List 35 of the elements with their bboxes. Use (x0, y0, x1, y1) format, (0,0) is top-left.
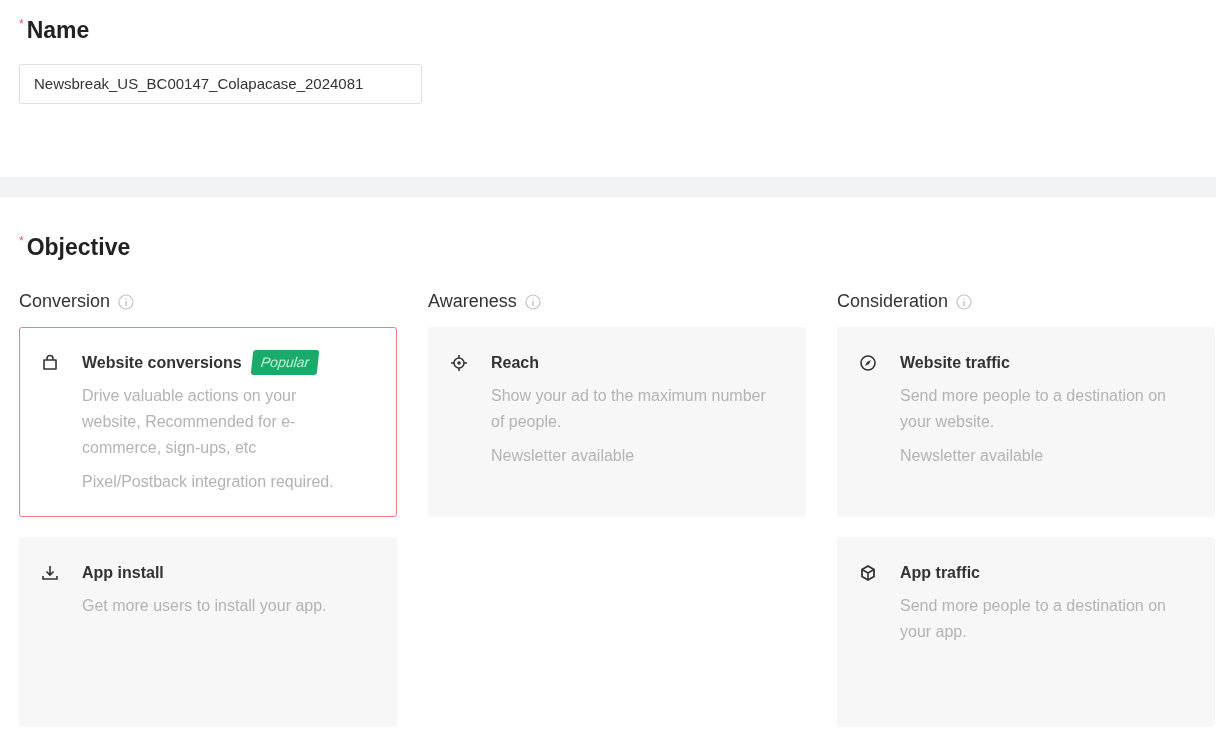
objective-card[interactable]: App traffic Send more people to a destination on your app. (837, 536, 1215, 727)
name-input-field[interactable]: Newsbreak_US_BC00147_Colapacase_2024081 (19, 63, 422, 104)
info-icon[interactable] (956, 293, 973, 310)
objective-card[interactable]: Reach Show your ad to the maximum number of people. Newsletter available (428, 326, 806, 517)
required-mark: * (19, 233, 24, 250)
card-description: Show your ad to the maximum number of people. (491, 385, 766, 432)
shopping-bag-icon (41, 353, 59, 372)
card-title: Reach (491, 352, 540, 373)
category-label: Consideration (837, 290, 949, 313)
card-description: Get more users to install your app. (82, 595, 328, 616)
info-icon[interactable] (118, 293, 135, 310)
card-note: Newsletter available (900, 445, 1045, 466)
card-description: Send more people to a destination on your app. (900, 595, 1167, 642)
target-icon (450, 353, 468, 372)
section-title: Objective (26, 233, 131, 262)
card-description: Send more people to a destination on your website. (900, 385, 1167, 432)
info-icon[interactable] (524, 293, 541, 310)
objective-card[interactable]: Website traffic Send more people to a destination on your website. Newsletter available (837, 326, 1215, 517)
card-title: App install (82, 562, 164, 583)
required-mark: * (19, 16, 24, 33)
category-label: Conversion (19, 290, 111, 313)
category-label: Awareness (428, 290, 517, 313)
cube-icon (859, 563, 877, 582)
card-description: Drive valuable actions on your website, Recommended for e-commerce, sign-ups, etc (82, 385, 298, 458)
popular-badge: Popular (250, 350, 320, 375)
section-title: Name (26, 16, 90, 45)
compass-icon (859, 353, 877, 372)
card-note: Pixel/Postback integration required. (82, 471, 335, 492)
card-note: Newsletter available (491, 445, 636, 466)
objective-card[interactable]: Website conversions Popular Drive valuable actions on your website, Recommended for e-commerce, sign-ups, etc Pixel/Postback integration required. (19, 326, 397, 517)
download-icon (41, 563, 59, 582)
card-title: Website conversions (82, 352, 242, 373)
objective-card[interactable]: App install Get more users to install your app. (19, 536, 397, 727)
card-title: App traffic (900, 562, 980, 583)
card-title: Website traffic (900, 352, 1010, 373)
